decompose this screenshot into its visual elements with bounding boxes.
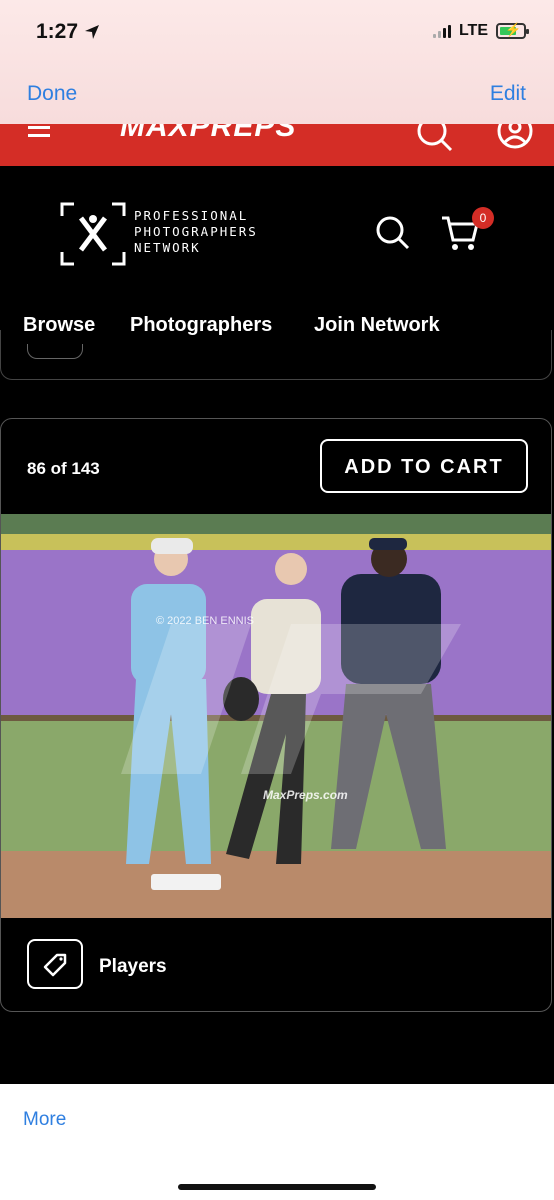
home-indicator: [178, 1184, 376, 1190]
ppn-wordmark: PROFESSIONAL PHOTOGRAPHERS NETWORK: [134, 208, 258, 255]
add-to-cart-button[interactable]: ADD TO CART: [320, 439, 528, 493]
network-type: LTE: [458, 22, 488, 39]
hamburger-menu-icon[interactable]: [28, 126, 50, 142]
ios-bottom-bar: More: [0, 1084, 554, 1200]
maxpreps-header: MAXPREPS: [0, 124, 554, 166]
previous-card: [0, 330, 552, 380]
softball-photo[interactable]: © 2022 BEN ENNIS MaxPreps.com: [1, 514, 552, 918]
cellular-signal-icon: [432, 24, 451, 38]
tag-label[interactable]: Players: [99, 956, 167, 978]
page-bottom-strip: [0, 1012, 554, 1084]
battery-charging-icon: ⚡: [496, 22, 529, 39]
status-indicators: LTE ⚡: [432, 22, 529, 40]
done-button[interactable]: Done: [27, 82, 77, 106]
ios-top-bar: 1:27 LTE ⚡ Done Edit: [0, 0, 554, 124]
more-button[interactable]: More: [23, 1109, 66, 1131]
ppn-logo-icon[interactable]: [60, 202, 126, 266]
site-watermark: MaxPreps.com: [263, 788, 348, 802]
ppn-header: PROFESSIONAL PHOTOGRAPHERS NETWORK 0: [0, 166, 554, 304]
status-time: 1:27: [36, 20, 100, 44]
search-icon[interactable]: [374, 214, 412, 252]
search-icon[interactable]: [415, 124, 455, 154]
cart-count-badge: 0: [472, 207, 494, 229]
maxpreps-logo[interactable]: MAXPREPS: [120, 124, 296, 144]
location-arrow-icon: [85, 25, 100, 39]
previous-card-button[interactable]: [27, 344, 83, 359]
photo-card: 86 of 143 ADD TO CART © 2022 BEN ENNIS M…: [0, 418, 552, 1012]
photo-counter: 86 of 143: [27, 459, 100, 478]
account-icon[interactable]: [496, 124, 534, 150]
tag-button[interactable]: [27, 939, 83, 989]
tag-icon: [43, 953, 67, 977]
edit-button[interactable]: Edit: [490, 82, 526, 106]
